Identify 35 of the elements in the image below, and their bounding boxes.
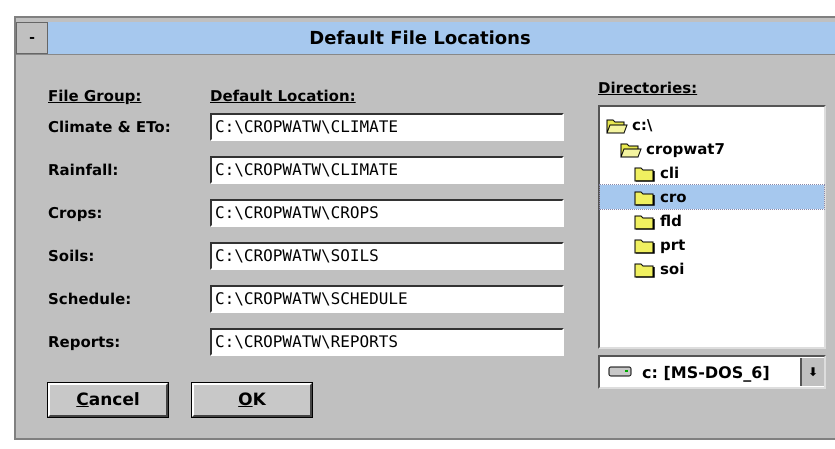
field-label: Soils: (48, 246, 96, 264)
folder-icon (634, 164, 656, 182)
directory-item[interactable]: soi (600, 257, 824, 281)
folder-icon (620, 140, 642, 158)
column-header: Default Location: (210, 87, 356, 105)
field-label: Rainfall: (48, 160, 120, 178)
folder-icon (606, 116, 628, 134)
control-menu-button[interactable]: - (16, 22, 48, 54)
directory-item[interactable]: c:\ (600, 113, 824, 137)
folder-icon (634, 236, 656, 254)
directory-item[interactable]: cro (600, 185, 824, 209)
drive-icon (608, 365, 634, 379)
location-field[interactable]: C:\CROPWATW\SOILS (210, 242, 564, 270)
field-label: Reports: (48, 332, 122, 350)
field-label: Climate & ETo: (48, 118, 172, 136)
dialog-button[interactable]: Cancel (48, 383, 168, 417)
drive-dropdown[interactable]: c: [MS-DOS_6] ⬇ (598, 355, 826, 389)
directory-item[interactable]: fld (600, 209, 824, 233)
folder-icon (634, 260, 656, 278)
location-field[interactable]: C:\CROPWATW\CROPS (210, 198, 564, 226)
folder-icon (634, 212, 656, 230)
window-title: Default File Locations (308, 28, 532, 48)
location-field[interactable]: C:\CROPWATW\SCHEDULE (210, 284, 564, 312)
field-label: Crops: (48, 204, 104, 222)
field-label: Schedule: (48, 290, 132, 308)
column-header: File Group: (48, 87, 142, 105)
location-field[interactable]: C:\CROPWATW\CLIMATE (210, 112, 564, 140)
column-header: Directories: (598, 79, 698, 99)
directory-item[interactable]: prt (600, 233, 824, 257)
directory-item[interactable]: cli (600, 161, 824, 185)
directory-item[interactable]: cropwat7 (600, 137, 824, 161)
location-field[interactable]: C:\CROPWATW\CLIMATE (210, 156, 564, 184)
folder-icon (634, 188, 656, 206)
dialog-button[interactable]: OK (192, 383, 312, 417)
location-field[interactable]: C:\CROPWATW\REPORTS (210, 328, 564, 356)
